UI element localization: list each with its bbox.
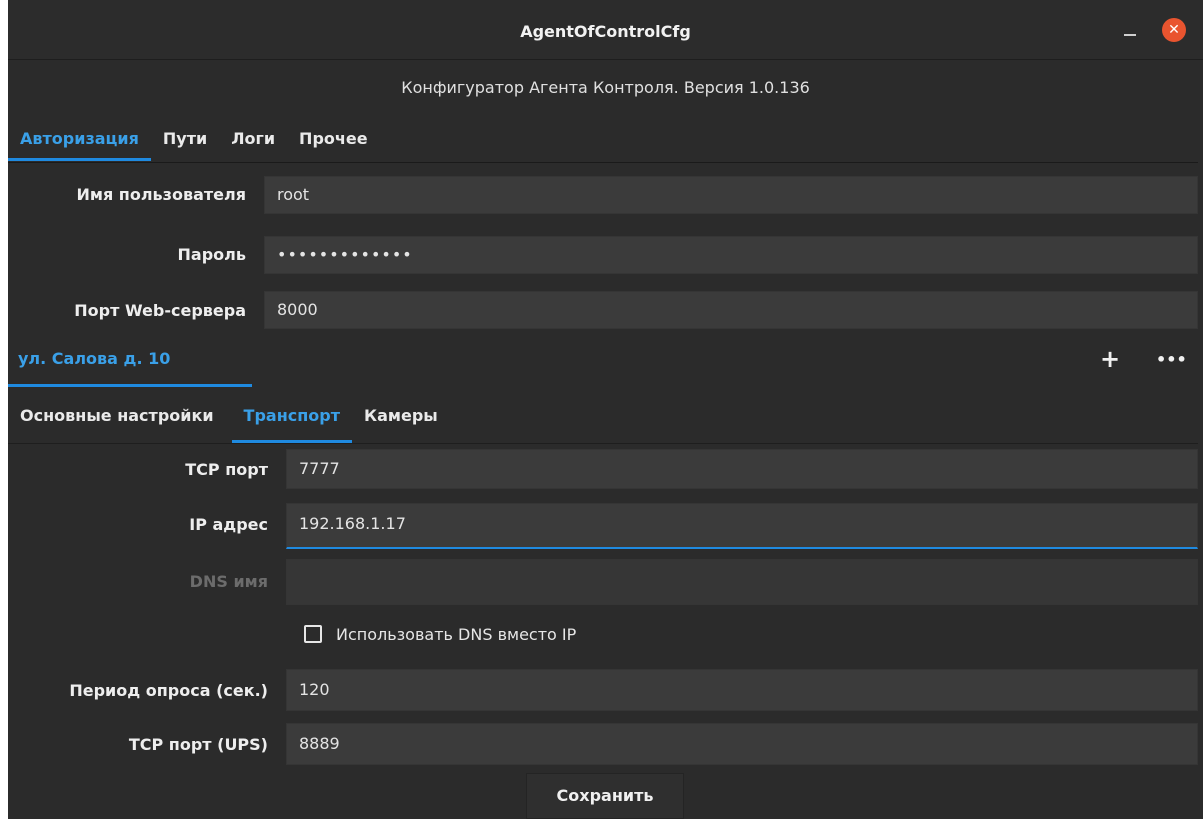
divider xyxy=(8,443,1198,444)
password-field[interactable]: ••••••••••••• xyxy=(264,236,1198,274)
title-bar: AgentOfControlCfg ✕ xyxy=(8,0,1203,60)
dns-name-field[interactable] xyxy=(286,559,1198,605)
location-tab[interactable]: ул. Салова д. 10 xyxy=(8,339,252,387)
save-button[interactable]: Сохранить xyxy=(526,773,684,819)
ip-address-field[interactable]: 192.168.1.17 xyxy=(286,503,1198,549)
more-options-button[interactable]: ••• xyxy=(1156,345,1187,375)
tab-paths[interactable]: Пути xyxy=(151,121,219,161)
tab-logs[interactable]: Логи xyxy=(219,121,287,161)
use-dns-label: Использовать DNS вместо IP xyxy=(336,624,577,644)
tab-other[interactable]: Прочее xyxy=(287,121,380,161)
app-subtitle: Конфигуратор Агента Контроля. Версия 1.0… xyxy=(401,78,810,97)
use-dns-checkbox[interactable] xyxy=(304,625,322,643)
tab-authorization[interactable]: Авторизация xyxy=(8,121,151,161)
tcp-port-label: TCP порт xyxy=(185,460,268,479)
main-tab-bar: Авторизация Пути Логи Прочее xyxy=(8,121,1198,163)
tab-transport[interactable]: Транспорт xyxy=(231,397,353,443)
poll-period-field[interactable]: 120 xyxy=(286,669,1198,711)
tcp-port-field[interactable]: 7777 xyxy=(286,449,1198,489)
tab-basic-settings[interactable]: Основные настройки xyxy=(8,397,226,443)
app-window: AgentOfControlCfg ✕ Конфигуратор Агента … xyxy=(8,0,1203,819)
location-tab-bar: ул. Салова д. 10 + ••• xyxy=(8,339,1198,389)
minimize-button[interactable] xyxy=(1118,18,1142,42)
tab-cameras[interactable]: Камеры xyxy=(352,397,450,443)
add-location-button[interactable]: + xyxy=(1098,345,1122,375)
poll-period-label: Период опроса (сек.) xyxy=(69,681,268,700)
web-port-label: Порт Web-сервера xyxy=(74,301,246,320)
dns-name-label: DNS имя xyxy=(189,572,268,591)
ups-port-label: TCP порт (UPS) xyxy=(128,735,268,754)
web-port-field[interactable]: 8000 xyxy=(264,291,1198,329)
password-label: Пароль xyxy=(177,245,246,264)
close-button[interactable]: ✕ xyxy=(1162,18,1186,42)
use-dns-option[interactable]: Использовать DNS вместо IP xyxy=(304,622,576,646)
ups-port-field[interactable]: 8889 xyxy=(286,723,1198,765)
sub-tab-bar: Основные настройки Транспорт Камеры xyxy=(8,397,450,443)
username-field[interactable]: root xyxy=(264,176,1198,214)
username-label: Имя пользователя xyxy=(76,185,246,204)
ip-address-label: IP адрес xyxy=(189,515,268,534)
window-title: AgentOfControlCfg xyxy=(520,22,691,41)
